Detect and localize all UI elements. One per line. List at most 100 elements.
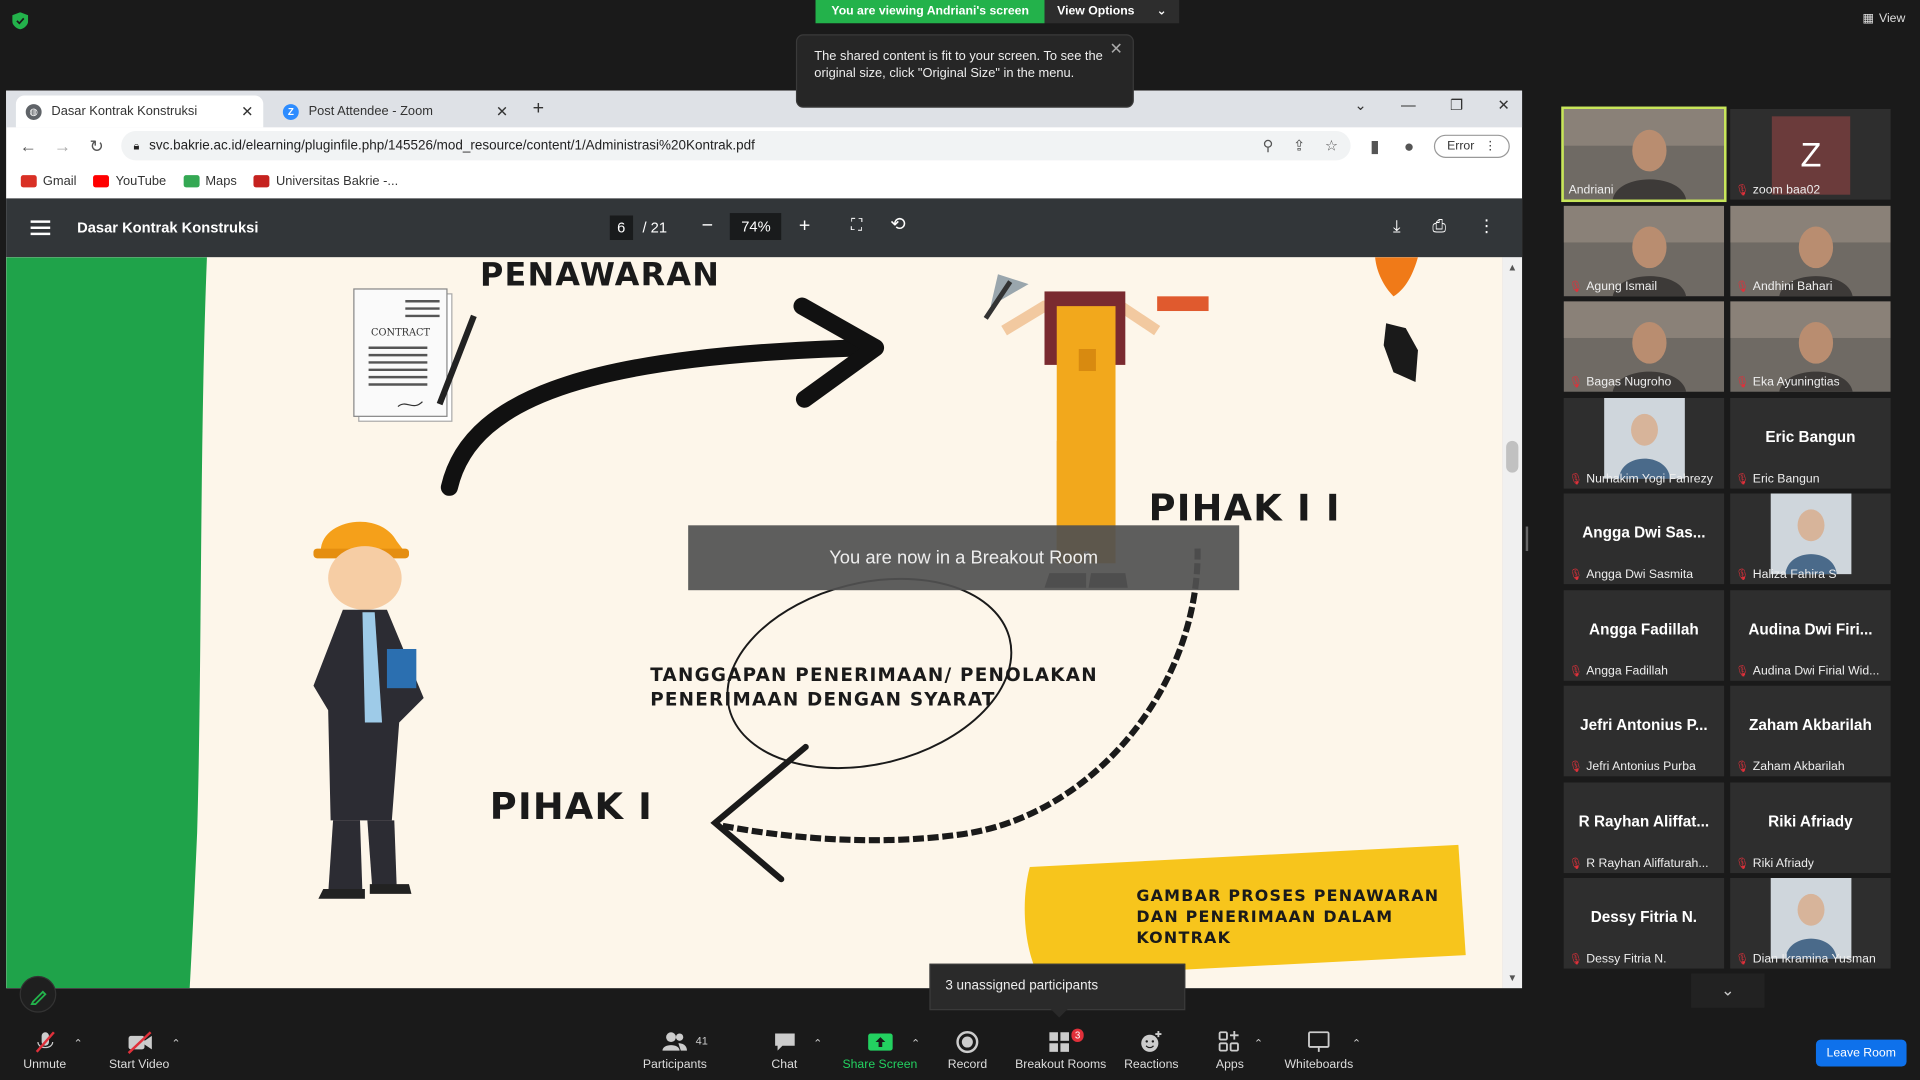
close-tab-icon[interactable]: ✕ — [496, 103, 508, 120]
minimize-icon[interactable]: — — [1401, 97, 1416, 114]
participant-tile[interactable]: Zaham Akbarilah 🎙︎ Zaham Akbarilah — [1730, 685, 1891, 777]
rotate-icon[interactable]: ⟲ — [890, 213, 905, 235]
tab-dasar-kontrak[interactable]: ◍ Dasar Kontrak Konstruksi ✕ — [15, 95, 264, 128]
share-options-caret-icon[interactable]: ⌃ — [911, 1037, 920, 1050]
participant-tile[interactable]: 🎙︎ Haliza Fahira S — [1730, 493, 1891, 585]
bookmark-star-icon[interactable]: ☆ — [1325, 137, 1338, 154]
scroll-down-icon[interactable]: ▼ — [1507, 972, 1517, 983]
chat-options-caret-icon[interactable]: ⌃ — [813, 1037, 822, 1050]
participant-tile[interactable]: Dessy Fitria N. 🎙︎ Dessy Fitria N. — [1563, 877, 1725, 969]
bookmark-universitas-bakrie[interactable]: Universitas Bakrie -... — [253, 174, 398, 189]
apps-button[interactable]: Apps — [1216, 1030, 1244, 1071]
participant-tile[interactable]: 🎙︎ Bagas Nugroho — [1563, 301, 1725, 392]
shared-browser-window: ◍ Dasar Kontrak Konstruksi ✕ Z Post Atte… — [6, 90, 1523, 989]
viewing-screen-bar: You are viewing Andriani's screen View O… — [815, 0, 1180, 24]
breakout-rooms-button[interactable]: 3 Breakout Rooms — [1015, 1028, 1107, 1072]
participant-tile[interactable]: Riki Afriady 🎙︎ Riki Afriady — [1730, 781, 1891, 873]
close-window-icon[interactable]: ✕ — [1497, 97, 1509, 114]
zoom-out-page-icon[interactable]: ⚲ — [1263, 137, 1274, 154]
gmail-icon — [20, 175, 37, 188]
share-icon[interactable]: ⇪ — [1293, 137, 1305, 154]
participant-name-label: 🎙︎ Eka Ayuningtias — [1735, 376, 1840, 389]
mic-muted-icon: 🎙︎ — [1735, 375, 1750, 389]
participant-name: Zaham Akbarilah — [1752, 760, 1845, 774]
pdf-scrollbar[interactable]: ▲ ▼ — [1502, 257, 1523, 989]
participant-tile[interactable]: Jefri Antonius P... 🎙︎ Jefri Antonius Purb… — [1563, 685, 1725, 777]
apps-options-caret-icon[interactable]: ⌃ — [1254, 1037, 1263, 1050]
scroll-up-icon[interactable]: ▲ — [1507, 262, 1517, 273]
reload-icon[interactable]: ↻ — [87, 135, 107, 156]
fit-page-icon[interactable]: ⛶ — [851, 216, 862, 236]
new-tab-icon[interactable]: + — [533, 98, 544, 120]
participant-name: Angga Fadillah — [1586, 664, 1668, 678]
annotate-button[interactable] — [19, 975, 57, 1013]
breakout-rooms-label: Breakout Rooms — [1015, 1057, 1107, 1072]
profile-error-button[interactable]: Error ⋮ — [1433, 134, 1510, 158]
view-button[interactable]: ▦ View — [1863, 12, 1906, 25]
participant-photo — [1604, 397, 1685, 479]
participant-tile[interactable]: 🎙︎ Agung Ismail — [1563, 205, 1725, 296]
record-button[interactable]: Record — [948, 1030, 987, 1071]
participant-name-label: 🎙︎ R Rayhan Aliffaturah... — [1569, 857, 1709, 870]
participant-name-label: 🎙︎ Riki Afriady — [1735, 857, 1814, 870]
participant-tile[interactable]: Angga Dwi Sas... 🎙︎ Angga Dwi Sasmita — [1563, 493, 1725, 585]
forward-icon[interactable]: → — [53, 136, 73, 156]
participant-tile[interactable]: 🎙︎ Eka Ayuningtias — [1730, 301, 1891, 392]
restore-icon[interactable]: ❐ — [1450, 97, 1463, 114]
tanggapan-text: TANGGAPAN PENERIMAAN/ PENOLAKAN PENERIMA… — [650, 662, 1098, 711]
whiteboards-options-caret-icon[interactable]: ⌃ — [1352, 1037, 1361, 1050]
breakout-rooms-icon: 3 — [1048, 1028, 1084, 1054]
participant-name-label: 🎙︎ Audina Dwi Firial Wid... — [1735, 664, 1879, 677]
share-screen-button[interactable]: Share Screen — [842, 1030, 917, 1071]
reactions-button[interactable]: Reactions — [1124, 1030, 1179, 1071]
audio-options-caret-icon[interactable]: ⌃ — [73, 1037, 82, 1050]
gallery-next-page-icon[interactable]: ⌄ — [1691, 973, 1765, 1008]
zoom-out-icon[interactable]: − — [702, 216, 713, 238]
zoom-in-icon[interactable]: + — [799, 216, 810, 238]
bookmark-gmail[interactable]: Gmail — [20, 174, 77, 189]
back-icon[interactable]: ← — [18, 136, 38, 156]
view-options-button[interactable]: View Options ⌄ — [1044, 0, 1180, 24]
video-options-caret-icon[interactable]: ⌃ — [171, 1037, 180, 1050]
participant-tile[interactable]: 🎙︎ Nurhakim Yogi Fahrezy — [1563, 397, 1725, 488]
scroll-thumb[interactable] — [1506, 440, 1519, 473]
close-tab-icon[interactable]: ✕ — [241, 103, 253, 120]
chat-button[interactable]: Chat — [771, 1030, 797, 1071]
participants-button[interactable]: 41 Participants — [643, 1030, 708, 1071]
profile-avatar-icon[interactable]: ● — [1399, 136, 1419, 156]
participant-tile[interactable]: Angga Fadillah 🎙︎ Angga Fadillah — [1563, 589, 1725, 681]
participant-tile[interactable]: Audina Dwi Firi... 🎙︎ Audina Dwi Firial Wi… — [1730, 589, 1891, 681]
zoom-icon: Z — [282, 103, 299, 120]
menu-icon[interactable] — [30, 220, 51, 236]
participant-tile[interactable]: Z 🎙︎ zoom baa02 — [1730, 108, 1891, 200]
bookmark-youtube[interactable]: YouTube — [93, 174, 166, 189]
participant-tile[interactable]: R Rayhan Aliffat... 🎙︎ R Rayhan Aliffatura… — [1563, 781, 1725, 873]
microphone-muted-icon — [32, 1030, 56, 1054]
bookmark-maps[interactable]: Maps — [183, 174, 237, 189]
participant-name: Audina Dwi Firial Wid... — [1752, 664, 1880, 678]
unmute-button[interactable]: Unmute — [23, 1030, 66, 1071]
leave-room-button[interactable]: Leave Room — [1815, 1039, 1907, 1067]
splitter-handle[interactable] — [1525, 526, 1529, 552]
zoom-level-input[interactable]: 74% — [730, 213, 782, 241]
participant-tile[interactable]: 🎙︎ Andhini Bahari — [1730, 205, 1891, 296]
whiteboards-button[interactable]: Whiteboards — [1284, 1030, 1354, 1072]
print-icon[interactable]: ⎙ — [1432, 216, 1446, 237]
more-options-icon[interactable]: ⋮ — [1478, 216, 1495, 237]
url-input[interactable]: 🔒︎ svc.bakrie.ac.id/elearning/pluginfile… — [121, 131, 1351, 161]
side-panel-icon[interactable]: ▮ — [1365, 135, 1385, 156]
participant-name: Bagas Nugroho — [1586, 375, 1672, 390]
download-icon[interactable]: ⤓ — [1393, 216, 1401, 237]
participant-tile[interactable]: Andriani — [1561, 106, 1727, 203]
tab-search-icon[interactable]: ⌄ — [1354, 97, 1366, 114]
participant-tile[interactable]: 🎙︎ Dian Ikramina Yusman — [1730, 877, 1891, 969]
start-video-button[interactable]: Start Video — [109, 1030, 169, 1071]
page-number-input[interactable]: 6 — [609, 215, 633, 241]
encryption-shield-icon[interactable] — [12, 12, 29, 30]
whiteboards-label: Whiteboards — [1284, 1057, 1354, 1072]
tab-post-attendee[interactable]: Z Post Attendee - Zoom ✕ — [273, 96, 518, 128]
participant-tile[interactable]: Eric Bangun 🎙︎ Eric Bangun — [1730, 397, 1891, 488]
breakout-badge: 3 — [1071, 1028, 1084, 1043]
participant-name: Riki Afriady — [1752, 856, 1815, 871]
close-icon[interactable]: ✕ — [1110, 40, 1123, 57]
